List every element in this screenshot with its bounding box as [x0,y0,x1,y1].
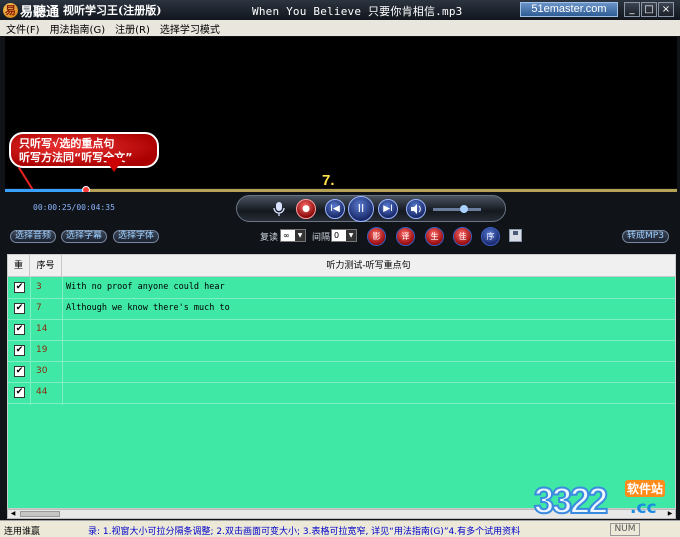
site-badge[interactable]: 51emaster.com [520,2,618,17]
row-text[interactable]: With no proof anyone could hear [66,282,225,292]
scroll-left-icon[interactable]: ◀ [8,510,18,518]
window-title: When You Believe 只要你肯相信.mp3 [252,5,463,18]
header-index[interactable]: 序号 [30,255,62,277]
watermark-suffix: .cc [630,498,657,518]
menu-learning-mode[interactable]: 选择学习模式 [160,21,220,36]
callout-line1: 只听写√选的重点句 [19,137,115,150]
sentence-number: 7. [322,172,335,189]
callout-tail [104,158,124,172]
table-row[interactable]: ✔ 7 Although we know there's much to [8,298,675,320]
row-checkbox[interactable]: ✔ [14,324,25,335]
status-hint: 录: 1.视窗大小可拉分隔条调整; 2.双击画面可变大小; 3.表格可拉宽窄, … [88,527,521,537]
pause-button[interactable]: II [348,196,374,222]
select-subtitle-button[interactable]: 选择字幕 [61,230,108,243]
scroll-thumb[interactable] [20,511,60,517]
row-checkbox[interactable]: ✔ [14,345,25,356]
row-checkbox[interactable]: ✔ [14,387,25,398]
repeat-value: ∞ [283,231,290,240]
app-brand: 易聽通 [20,4,60,20]
microphone-icon[interactable] [272,201,286,217]
mode-button-1[interactable]: 影 [367,227,386,246]
interval-label: 间隔 [312,233,331,243]
chevron-down-icon: ▼ [295,230,305,241]
repeat-label: 复读 [260,233,279,243]
previous-button[interactable]: I◀ [325,199,345,219]
select-audio-button[interactable]: 选择音频 [10,230,57,243]
speaker-icon[interactable] [406,199,426,219]
row-checkbox[interactable]: ✔ [14,303,25,314]
header-content[interactable]: 听力测试-听写重点句 [62,255,675,277]
row-index: 7 [36,303,42,313]
save-icon[interactable] [509,229,522,242]
table-row[interactable]: ✔ 14 [8,319,675,341]
select-font-button[interactable]: 选择字体 [113,230,160,243]
mode-button-order[interactable]: 序 [481,227,500,246]
table-row[interactable]: ✔ 44 [8,382,675,404]
mode-button-4[interactable]: 佳 [453,227,472,246]
table-header: 重 序号 听力测试-听写重点句 [8,255,675,277]
status-left-text: 连用谁赢 [4,527,41,537]
watermark-logo: 3322 软件站 .cc [530,478,675,524]
record-button[interactable]: ● [296,199,316,219]
row-checkbox[interactable]: ✔ [14,282,25,293]
close-button[interactable]: × [658,2,674,17]
table-row[interactable]: ✔ 19 [8,340,675,362]
logo-icon: 易 [3,2,18,18]
maximize-button[interactable]: □ [641,2,657,17]
mode-button-2[interactable]: 译 [396,227,415,246]
watermark-digits: 3322 [533,479,609,522]
callout-bubble: 只听写√选的重点句 听写方法同“听写全文” [9,132,159,168]
timecode: 00:00:25/00:04:35 [33,203,115,212]
row-index: 14 [36,324,48,334]
header-check[interactable]: 重 [8,255,30,277]
row-index: 44 [36,387,48,397]
row-index: 19 [36,345,48,355]
row-index: 3 [36,282,42,292]
row-index: 30 [36,366,48,376]
menu-register[interactable]: 注册(R) [115,21,150,36]
row-checkbox[interactable]: ✔ [14,366,25,377]
menu-bar: 文件(F) 用法指南(G) 注册(R) 选择学习模式 [0,20,680,36]
dictation-table: 重 序号 听力测试-听写重点句 ✔ 3 With no proof anyone … [7,254,676,509]
interval-value: 0 [334,231,340,240]
callout-line2: 听写方法同“听写全文” [19,151,133,164]
num-lock-indicator: NUM [610,523,640,536]
volume-handle[interactable] [460,205,468,213]
app-subtitle: 视听学习王(注册版) [63,4,162,17]
interval-select[interactable]: 0 ▼ [331,229,357,242]
mode-button-3[interactable]: 生 [425,227,444,246]
next-button[interactable]: ▶I [378,199,398,219]
row-text[interactable]: Although we know there's much to [66,303,230,313]
repeat-select[interactable]: ∞ ▼ [280,229,306,242]
app-logo: 易 易聽通 视听学习王(注册版) [3,1,162,20]
title-bar: 易 易聽通 视听学习王(注册版) When You Believe 只要你肯相信… [0,0,680,20]
chevron-down-icon: ▼ [346,230,356,241]
watermark-tag: 软件站 [625,480,666,497]
menu-guide[interactable]: 用法指南(G) [50,21,106,36]
table-row[interactable]: ✔ 3 With no proof anyone could hear [8,277,675,299]
menu-file[interactable]: 文件(F) [6,21,40,36]
convert-mp3-button[interactable]: 转成MP3 [622,230,669,243]
app-window: 易 易聽通 视听学习王(注册版) When You Believe 只要你肯相信… [0,0,680,537]
volume-slider[interactable] [433,208,481,211]
table-row[interactable]: ✔ 30 [8,361,675,383]
minimize-button[interactable]: _ [624,2,640,17]
